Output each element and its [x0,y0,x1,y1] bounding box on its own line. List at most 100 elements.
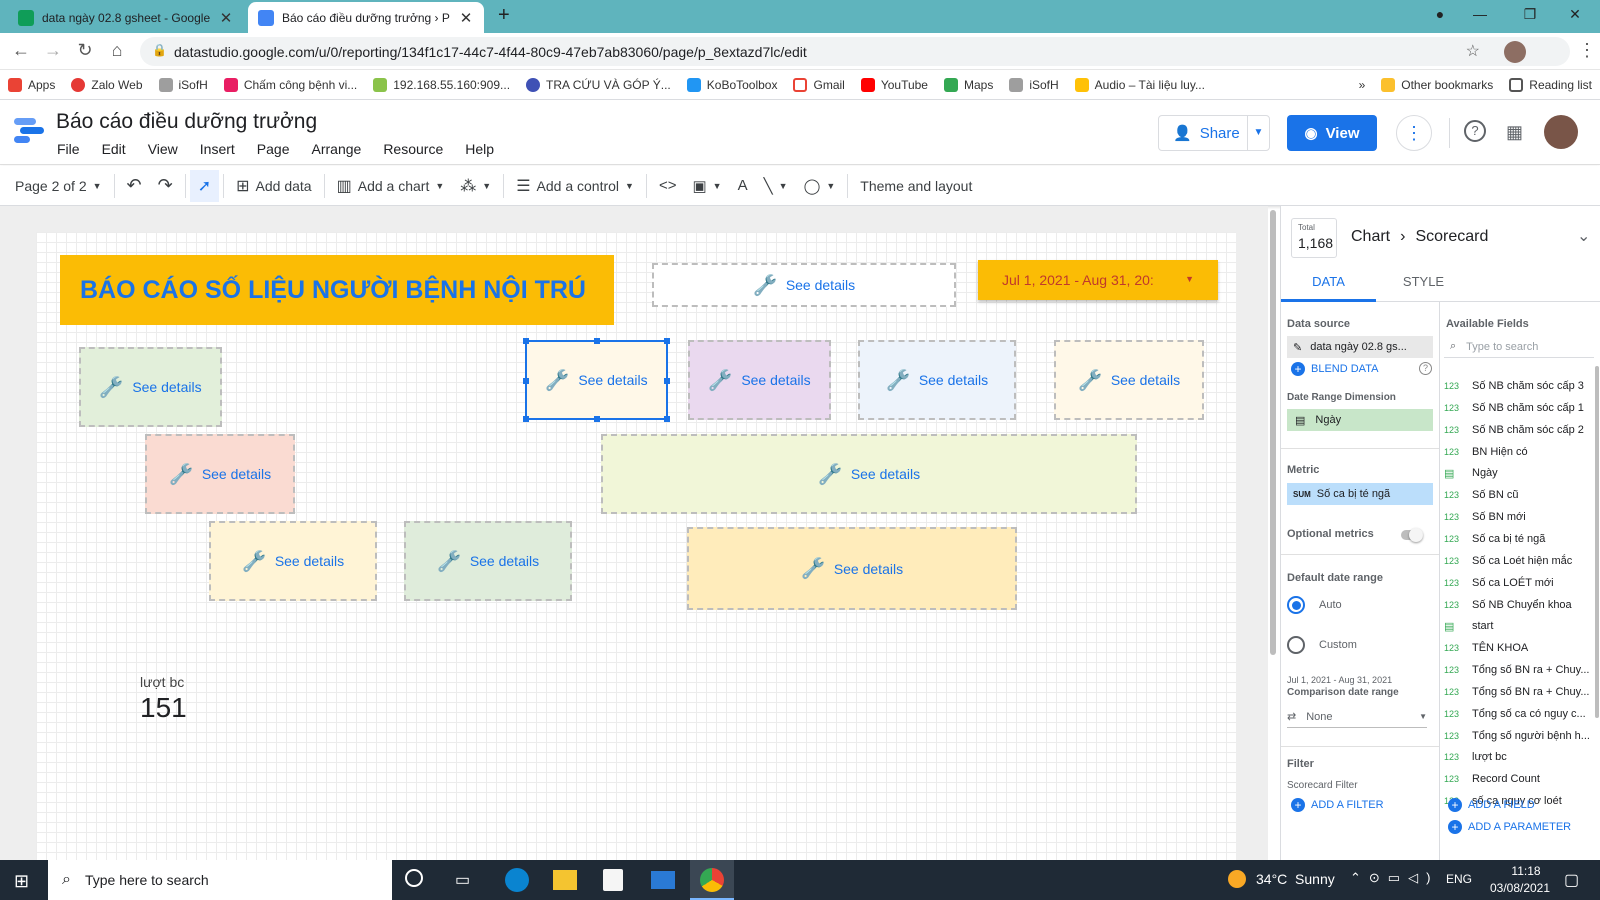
data-source-chip[interactable]: ✎ data ngày 02.8 gs... [1287,336,1433,358]
clock-time[interactable]: 11:18 [1498,864,1554,878]
field-item[interactable]: 123 Số ca Loét hiện mắc [1444,550,1594,572]
field-item[interactable]: 123 Tổng số ca có nguy c... [1444,703,1594,725]
menu-file[interactable]: File [57,141,80,157]
placeholder-chart-9[interactable]: 🔧 See details [404,521,572,601]
clock-date[interactable]: 03/08/2021 [1484,881,1556,895]
resize-handle[interactable] [523,338,529,344]
placeholder-chart-top[interactable]: 🔧 See details [652,263,956,307]
bookmark-youtube[interactable]: YouTube [853,77,936,92]
field-item[interactable]: 123 TÊN KHOA [1444,637,1594,659]
bookmark-ip[interactable]: 192.168.55.160:909... [365,77,518,92]
bookmark-audio[interactable]: Audio – Tài liệu luy... [1067,77,1213,92]
see-details-link[interactable]: See details [786,277,855,293]
aggregation-badge[interactable]: SUM [1293,490,1311,499]
field-item[interactable]: 123 BN Hiện có [1444,441,1594,463]
field-item[interactable]: ▤ start [1444,615,1594,637]
collapse-panel-icon[interactable]: ⌄ [1577,226,1590,246]
bookmark-tra-cuu[interactable]: TRA CỨU VÀ GÓP Ý... [518,77,679,92]
resize-handle[interactable] [664,416,670,422]
help-icon[interactable]: ? [1419,362,1432,375]
field-item[interactable]: 123 Số ca bị té ngã [1444,528,1594,550]
add-data-button[interactable]: ⊞ Add data [228,176,319,196]
embed-code-icon[interactable]: <> [651,177,685,194]
menu-page[interactable]: Page [257,141,290,157]
undo-icon[interactable]: ↶ [119,175,150,196]
add-chart-button[interactable]: ▥ Add a chart ▼ [329,176,453,196]
edge-icon[interactable] [505,868,529,892]
reload-icon[interactable]: ↻ [74,40,96,61]
windows-start-icon[interactable]: ⊞ [14,871,29,892]
notifications-icon[interactable]: ▢ [1564,870,1579,890]
date-range-control[interactable]: Jul 1, 2021 - Aug 31, 20: ▼ [978,260,1218,300]
view-button[interactable]: ◉ View [1287,115,1377,151]
more-options-icon[interactable]: ⋮ [1396,115,1432,151]
tab-data-studio[interactable]: Báo cáo điều dưỡng trưởng › Pag ✕ [248,2,484,33]
select-pointer-icon[interactable]: ➚ [189,169,220,202]
resize-handle[interactable] [523,416,529,422]
help-icon[interactable]: ? [1464,120,1486,142]
placeholder-chart-7[interactable]: 🔧 See details [601,434,1137,514]
menu-arrange[interactable]: Arrange [312,141,362,157]
weather-text[interactable]: 34°C Sunny [1256,871,1335,887]
bookmark-reading-list[interactable]: Reading list [1501,77,1600,92]
see-details-link[interactable]: See details [132,379,201,395]
window-close-icon[interactable]: ✕ [1560,6,1590,23]
scorecard-label[interactable]: lượt bc [140,674,184,690]
field-item[interactable]: 123 Record Count [1444,768,1594,790]
profile-menu-icon[interactable]: ● [1425,6,1455,22]
add-filter-button[interactable]: + ADD A FILTER [1291,798,1384,812]
tab-style[interactable]: STYLE [1376,262,1471,302]
placeholder-chart-8[interactable]: 🔧 See details [209,521,377,601]
field-item[interactable]: ▤ Ngày [1444,462,1594,484]
more-bookmarks-icon[interactable]: » [1351,78,1374,92]
radio-auto[interactable]: Auto [1287,596,1342,614]
apps-grid-icon[interactable]: ▦ [1506,122,1523,143]
add-field-button[interactable]: + ADD A FIELD [1448,798,1535,812]
pencil-icon[interactable]: ✎ [1293,341,1302,354]
image-icon[interactable]: ▣ ▼ [684,177,729,195]
bookmark-isofh-2[interactable]: iSofH [1001,77,1066,92]
field-item[interactable]: 123 Số NB chăm sóc cấp 1 [1444,397,1594,419]
field-item[interactable]: 123 Số NB chăm sóc cấp 2 [1444,419,1594,441]
tab-google-sheets[interactable]: data ngày 02.8 gsheet - Google S ✕ [8,2,244,33]
user-avatar[interactable] [1544,115,1578,149]
shape-icon[interactable]: ◯ ▼ [796,177,844,195]
see-details-link[interactable]: See details [741,372,810,388]
resize-handle[interactable] [594,338,600,344]
resize-handle[interactable] [664,378,670,384]
see-details-link[interactable]: See details [470,553,539,569]
menu-help[interactable]: Help [465,141,494,157]
theme-and-layout-button[interactable]: Theme and layout [852,178,980,194]
see-details-link[interactable]: See details [578,372,647,388]
close-tab-icon[interactable]: ✕ [218,9,234,27]
placeholder-chart-1[interactable]: 🔧 See details [79,347,222,427]
share-button[interactable]: 👤 Share ▼ [1158,115,1270,151]
menu-view[interactable]: View [148,141,178,157]
bookmark-star-icon[interactable]: ☆ [1466,41,1480,61]
cortana-icon[interactable] [405,869,423,887]
bookmark-apps[interactable]: Apps [0,77,63,92]
chrome-taskbar-button[interactable] [690,860,734,900]
field-item[interactable]: 123 Tổng số BN ra + Chuy... [1444,659,1594,681]
maximize-icon[interactable]: ❐ [1515,6,1545,23]
home-icon[interactable]: ⌂ [106,40,128,61]
community-viz-button[interactable]: ⁂ ▼ [452,176,499,196]
close-tab-icon[interactable]: ✕ [458,9,474,27]
radio-custom[interactable]: Custom [1287,636,1357,654]
weather-sun-icon[interactable] [1228,870,1246,888]
report-header-banner[interactable]: BÁO CÁO SỐ LIỆU NGƯỜI BỆNH NỘI TRÚ [60,255,614,325]
comparison-select[interactable]: ⇄ None ▼ [1287,706,1427,728]
placeholder-chart-3[interactable]: 🔧 See details [688,340,831,420]
see-details-link[interactable]: See details [834,561,903,577]
menu-edit[interactable]: Edit [102,141,126,157]
fields-scrollbar[interactable] [1595,366,1599,718]
placeholder-chart-5[interactable]: 🔧 See details [1054,340,1204,420]
field-item[interactable]: 123 Số ca LOÉT mới [1444,572,1594,594]
text-box-icon[interactable]: A [730,177,756,194]
minimize-icon[interactable]: — [1465,6,1495,22]
new-tab-icon[interactable]: + [498,4,510,27]
field-item[interactable]: 123 Số BN mới [1444,506,1594,528]
date-range-dimension-chip[interactable]: ▤ Ngày [1287,409,1433,431]
share-dropdown-icon[interactable]: ▼ [1247,116,1269,150]
url-bar[interactable]: 🔒 datastudio.google.com/u/0/reporting/13… [140,37,1570,66]
